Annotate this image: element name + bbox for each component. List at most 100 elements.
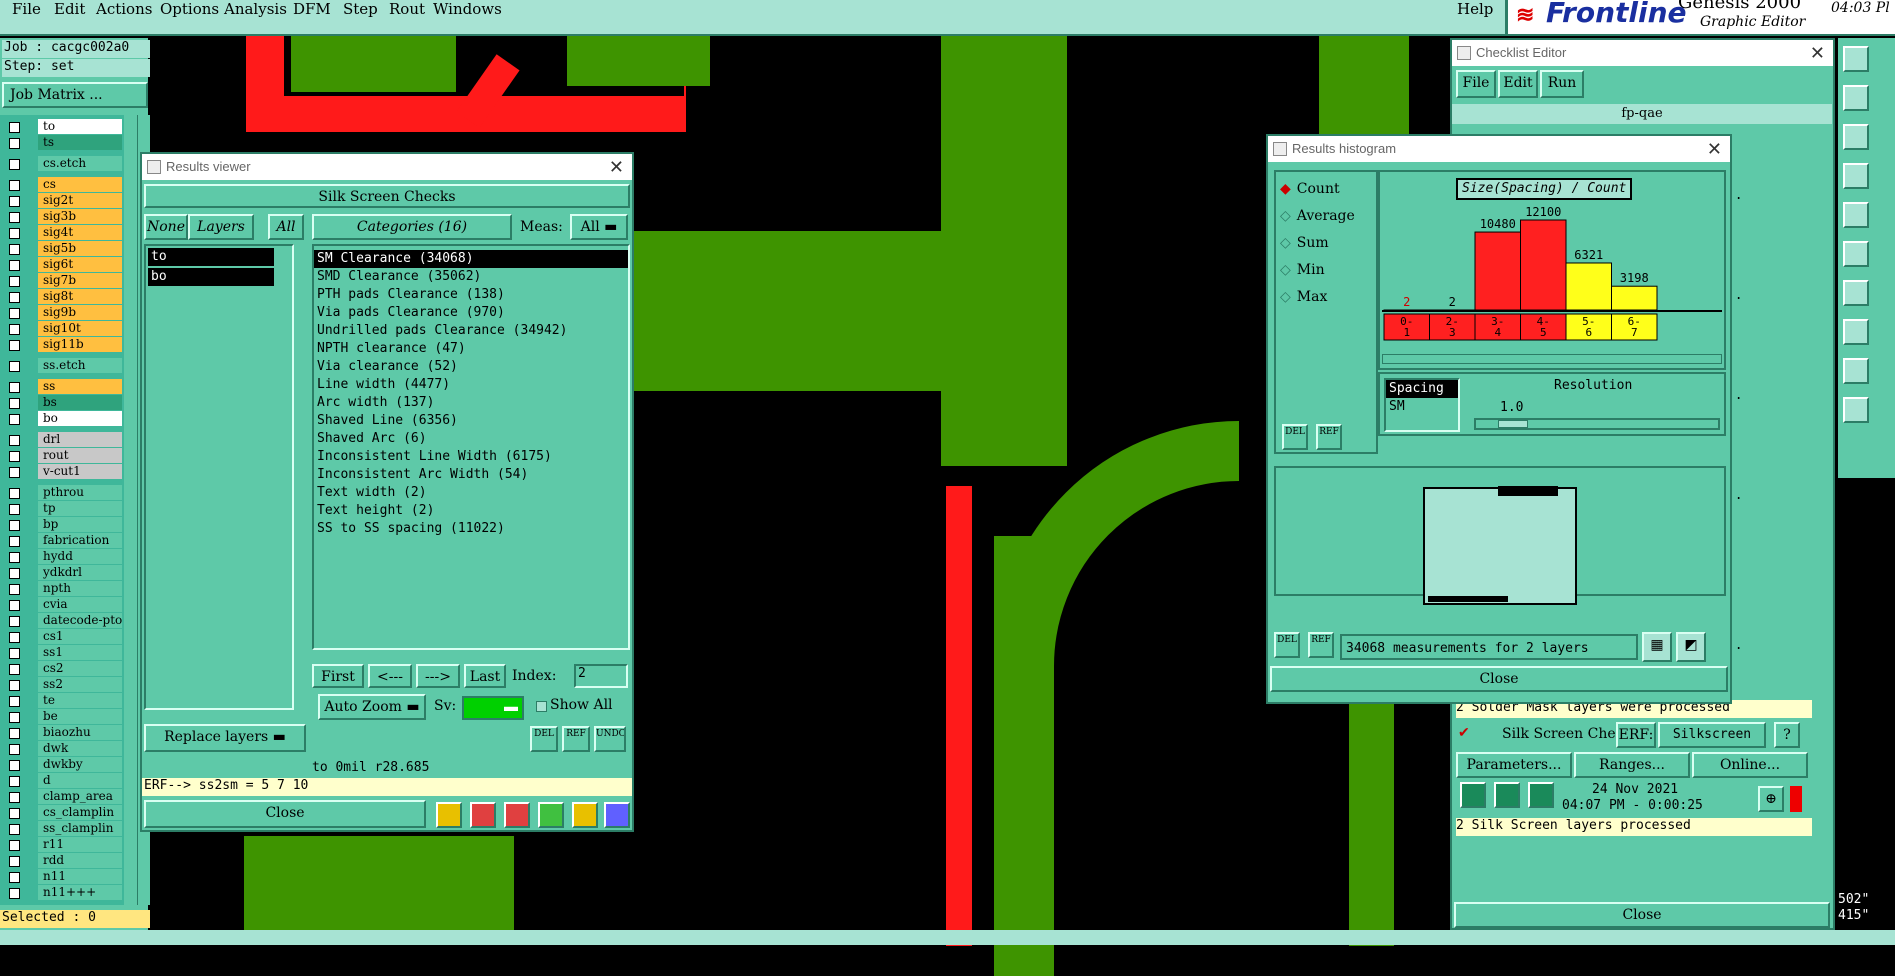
layer-checkbox[interactable] bbox=[9, 340, 20, 351]
checklist-menu-run[interactable]: Run bbox=[1540, 70, 1584, 98]
meas-dropdown[interactable]: All ▬ bbox=[570, 214, 628, 240]
layer-row-r11[interactable]: r11 bbox=[4, 837, 122, 852]
option-sum[interactable]: ◇ Sum bbox=[1280, 234, 1329, 251]
histogram-ref-button-2[interactable]: REF bbox=[1308, 632, 1334, 658]
del-button[interactable]: DEL bbox=[530, 726, 558, 752]
layer-row-cs-clamplin[interactable]: cs_clamplin bbox=[4, 805, 122, 820]
draw-icon[interactable] bbox=[1843, 241, 1869, 267]
online-button[interactable]: Online... bbox=[1692, 752, 1808, 778]
layer-row-ts[interactable]: ts bbox=[4, 135, 122, 150]
layer-checkbox[interactable] bbox=[9, 276, 20, 287]
layer-checkbox[interactable] bbox=[9, 414, 20, 425]
parameters-button[interactable]: Parameters... bbox=[1456, 752, 1572, 778]
layer-checkbox[interactable] bbox=[9, 632, 20, 643]
last-button[interactable]: Last bbox=[464, 664, 506, 688]
layer-row-ss[interactable]: ss bbox=[4, 379, 122, 394]
category-item[interactable]: Shaved Line (6356) bbox=[314, 412, 628, 430]
layer-checkbox[interactable] bbox=[9, 728, 20, 739]
layer-row-ss1[interactable]: ss1 bbox=[4, 645, 122, 660]
layer-row-sig6t[interactable]: sig6t bbox=[4, 257, 122, 272]
prev-button[interactable]: <--- bbox=[368, 664, 412, 688]
layer-checkbox[interactable] bbox=[9, 361, 20, 372]
layer-checkbox[interactable] bbox=[9, 159, 20, 170]
radio-icon[interactable]: ◇ bbox=[1280, 207, 1291, 223]
menu-dfm[interactable]: DFM bbox=[293, 0, 331, 18]
menu-options[interactable]: Options bbox=[160, 0, 219, 18]
layer-checkbox[interactable] bbox=[9, 840, 20, 851]
checklist-menu-file[interactable]: File bbox=[1456, 70, 1496, 98]
first-button[interactable]: First bbox=[312, 664, 364, 688]
histogram-bar[interactable] bbox=[1565, 262, 1612, 311]
layer-row-tp[interactable]: tp bbox=[4, 501, 122, 516]
layer-checkbox[interactable] bbox=[9, 504, 20, 515]
histogram-icon[interactable] bbox=[604, 802, 630, 828]
close-icon[interactable]: ✕ bbox=[1810, 40, 1825, 66]
layer-row-bp[interactable]: bp bbox=[4, 517, 122, 532]
layer-checkbox[interactable] bbox=[9, 744, 20, 755]
layer-checkbox[interactable] bbox=[9, 872, 20, 883]
layer-checkbox[interactable] bbox=[9, 467, 20, 478]
number-icon[interactable] bbox=[538, 802, 564, 828]
layer-row-sig9b[interactable]: sig9b bbox=[4, 305, 122, 320]
layer-row-cs1[interactable]: cs1 bbox=[4, 629, 122, 644]
layer-row-dwkby[interactable]: dwkby bbox=[4, 757, 122, 772]
option-average[interactable]: ◇ Average bbox=[1280, 207, 1355, 224]
select-icon[interactable] bbox=[470, 802, 496, 828]
layer-item[interactable]: bo bbox=[148, 268, 274, 286]
layer-checkbox[interactable] bbox=[9, 292, 20, 303]
layer-row-drl[interactable]: drl bbox=[4, 432, 122, 447]
layer-row-datecode-pto[interactable]: datecode-pto bbox=[4, 613, 122, 628]
home-icon[interactable] bbox=[1843, 46, 1869, 72]
layer-row-ss2[interactable]: ss2 bbox=[4, 677, 122, 692]
layer-checkbox[interactable] bbox=[9, 856, 20, 867]
category-item[interactable]: Arc width (137) bbox=[314, 394, 628, 412]
category-item[interactable]: SS to SS spacing (11022) bbox=[314, 520, 628, 538]
layer-row-to[interactable]: to bbox=[4, 119, 122, 134]
layer-row-cs2[interactable]: cs2 bbox=[4, 661, 122, 676]
chart-scrollbar[interactable] bbox=[1382, 354, 1722, 364]
radio-icon[interactable]: ◇ bbox=[1280, 261, 1291, 277]
replace-layers-dropdown[interactable]: Replace layers ▬ bbox=[144, 724, 306, 752]
layer-checkbox[interactable] bbox=[9, 776, 20, 787]
layer-checkbox[interactable] bbox=[9, 122, 20, 133]
histogram-ref-button[interactable]: REF bbox=[1316, 424, 1342, 450]
layer-checkbox[interactable] bbox=[9, 552, 20, 563]
layer-checkbox[interactable] bbox=[9, 888, 20, 899]
next-button[interactable]: ---> bbox=[416, 664, 460, 688]
layer-checkbox[interactable] bbox=[9, 520, 20, 531]
layer-checkbox[interactable] bbox=[9, 382, 20, 393]
slider-thumb[interactable] bbox=[1498, 420, 1528, 428]
layer-row-cs-etch[interactable]: cs.etch bbox=[4, 156, 122, 171]
histogram-bar[interactable] bbox=[1611, 285, 1658, 311]
run-icon[interactable] bbox=[1528, 782, 1554, 808]
layer-checkbox[interactable] bbox=[9, 180, 20, 191]
layer-list[interactable]: to ts cs.etch cs sig2t sig3b sig4t sig5b sig6t si… bbox=[0, 115, 124, 905]
layer-checkbox[interactable] bbox=[9, 600, 20, 611]
layer-row-sig7b[interactable]: sig7b bbox=[4, 273, 122, 288]
histogram-bar[interactable] bbox=[1474, 231, 1521, 311]
layer-checkbox[interactable] bbox=[9, 648, 20, 659]
menu-windows[interactable]: Windows bbox=[433, 0, 502, 18]
layer-row-clamp-area[interactable]: clamp_area bbox=[4, 789, 122, 804]
layer-row-pthrou[interactable]: pthrou bbox=[4, 485, 122, 500]
layer-checkbox[interactable] bbox=[9, 696, 20, 707]
close-icon[interactable]: ✕ bbox=[609, 154, 624, 180]
histogram-close-button[interactable]: Close bbox=[1270, 666, 1728, 692]
layer-checkbox[interactable] bbox=[9, 398, 20, 409]
layer-row-n11---[interactable]: n11+++ bbox=[4, 885, 122, 900]
layer-row-sig11b[interactable]: sig11b bbox=[4, 337, 122, 352]
layer-checkbox[interactable] bbox=[9, 260, 20, 271]
layer-checkbox[interactable] bbox=[9, 792, 20, 803]
layer-row-ss-etch[interactable]: ss.etch bbox=[4, 358, 122, 373]
layer-checkbox[interactable] bbox=[9, 228, 20, 239]
categories-list[interactable]: SM Clearance (34068) SMD Clearance (35062… bbox=[312, 244, 630, 650]
category-item[interactable]: SMD Clearance (35062) bbox=[314, 268, 628, 286]
category-item[interactable]: Text width (2) bbox=[314, 484, 628, 502]
menu-analysis[interactable]: Analysis bbox=[224, 0, 287, 18]
report-icon[interactable] bbox=[572, 802, 598, 828]
radio-icon[interactable]: ◇ bbox=[1280, 288, 1291, 304]
option-max[interactable]: ◇ Max bbox=[1280, 288, 1327, 305]
layers-none-button[interactable]: None bbox=[144, 214, 188, 240]
sv-color-dropdown[interactable]: ▬ bbox=[462, 696, 524, 720]
cursor-icon[interactable] bbox=[1843, 397, 1869, 423]
